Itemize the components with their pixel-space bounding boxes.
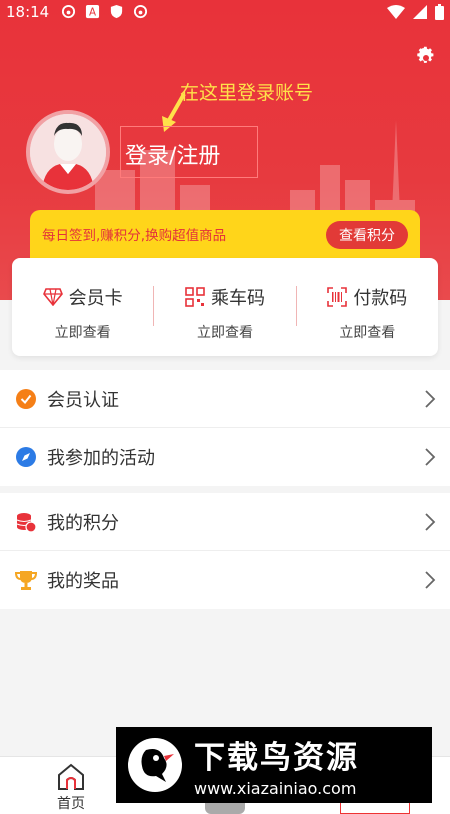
profile-header: 18:14 A 在这里登录账号 登录/注册 每日签到,赚积分,换购超值商品 查看… bbox=[0, 0, 450, 300]
payment-code-sub: 立即查看 bbox=[339, 325, 396, 341]
home-icon bbox=[58, 763, 84, 790]
list-item-member-verify[interactable]: 会员认证 bbox=[0, 370, 450, 428]
user-avatar-icon bbox=[30, 114, 106, 190]
login-register-label[interactable]: 登录/注册 bbox=[125, 138, 220, 170]
gear-icon[interactable] bbox=[414, 44, 438, 68]
member-card-label: 会员卡 bbox=[68, 288, 123, 309]
list-item-label: 会员认证 bbox=[47, 389, 119, 411]
ride-code-item[interactable]: 乘车码 立即查看 bbox=[154, 258, 295, 356]
bird-logo-icon bbox=[128, 738, 182, 792]
quick-access-card: 会员卡 立即查看 乘车码 立即查看 付款码 立即查看 bbox=[12, 258, 438, 356]
a-app-icon: A bbox=[84, 3, 100, 19]
compass-icon bbox=[15, 446, 37, 468]
list-item-label: 我参加的活动 bbox=[47, 448, 155, 469]
chevron-right-icon bbox=[425, 513, 436, 531]
ride-code-sub: 立即查看 bbox=[196, 325, 253, 341]
status-bar: 18:14 A bbox=[0, 0, 450, 26]
menu-group-1: 会员认证 我参加的活动 bbox=[0, 370, 450, 486]
list-item-label: 我的奖品 bbox=[47, 571, 119, 592]
menu-group-2: 我的积分 我的奖品 bbox=[0, 493, 450, 609]
member-card-item[interactable]: 会员卡 立即查看 bbox=[12, 258, 153, 356]
member-card-sub: 立即查看 bbox=[54, 325, 111, 341]
qr-code-icon bbox=[185, 287, 205, 307]
list-item-label: 我的积分 bbox=[47, 512, 119, 534]
chevron-right-icon bbox=[425, 448, 436, 466]
nav-activity[interactable] bbox=[205, 803, 245, 814]
list-item-my-prizes[interactable]: 我的奖品 bbox=[0, 551, 450, 609]
battery-icon bbox=[435, 4, 444, 20]
list-item-my-activities[interactable]: 我参加的活动 bbox=[0, 428, 450, 486]
shield-icon bbox=[108, 3, 124, 19]
list-item-my-points[interactable]: 我的积分 bbox=[0, 493, 450, 551]
view-points-button[interactable]: 查看积分 bbox=[326, 221, 408, 249]
signal-icon bbox=[413, 5, 427, 19]
ride-code-label: 乘车码 bbox=[210, 288, 265, 309]
payment-code-item[interactable]: 付款码 立即查看 bbox=[297, 258, 438, 356]
watermark-overlay: 下载鸟资源 www.xiazainiao.com bbox=[116, 727, 432, 803]
nav-home-label: 首页 bbox=[57, 796, 85, 812]
points-banner: 每日签到,赚积分,换购超值商品 查看积分 bbox=[30, 210, 420, 262]
nav-home[interactable]: 首页 bbox=[50, 763, 92, 813]
chevron-right-icon bbox=[425, 390, 436, 408]
svg-text:A: A bbox=[88, 6, 95, 18]
netease-music-icon bbox=[60, 3, 76, 19]
watermark-url: www.xiazainiao.com bbox=[194, 779, 357, 798]
avatar[interactable] bbox=[26, 110, 110, 194]
barcode-icon bbox=[327, 287, 348, 307]
wifi-icon bbox=[387, 5, 405, 19]
status-time: 18:14 bbox=[6, 3, 50, 21]
verified-icon bbox=[15, 388, 37, 410]
coins-icon bbox=[15, 511, 37, 533]
watermark-title: 下载鸟资源 bbox=[194, 740, 359, 776]
points-banner-text: 每日签到,赚积分,换购超值商品 bbox=[42, 228, 227, 244]
trophy-icon bbox=[15, 569, 37, 591]
login-hint-text: 在这里登录账号 bbox=[180, 82, 314, 104]
payment-code-label: 付款码 bbox=[353, 288, 408, 309]
chevron-right-icon bbox=[425, 571, 436, 589]
nav-mine[interactable] bbox=[340, 803, 410, 814]
diamond-icon bbox=[42, 288, 63, 306]
netease-music-icon bbox=[132, 3, 148, 19]
